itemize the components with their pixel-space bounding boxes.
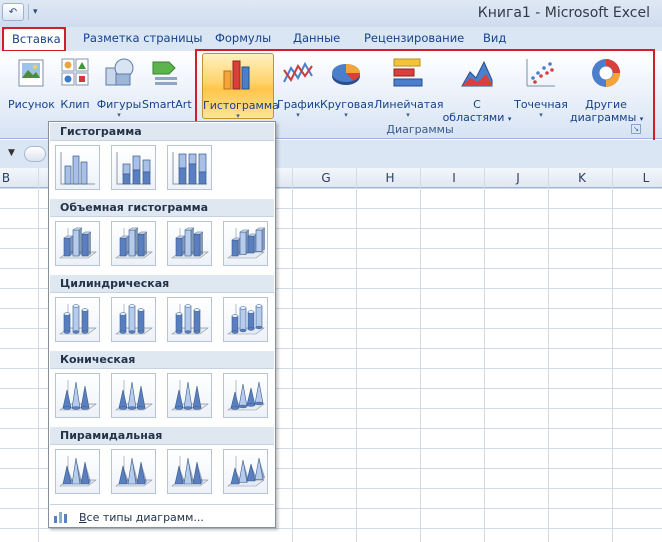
- clipart-icon: [61, 58, 89, 86]
- stacked-pyramid-icon[interactable]: [111, 449, 156, 494]
- grid-column-line: [356, 168, 357, 542]
- stacked-cone-icon[interactable]: [111, 373, 156, 418]
- tab-view[interactable]: Вид: [483, 31, 506, 45]
- picture-icon: [18, 59, 44, 87]
- 3d-cylinder-icon[interactable]: [223, 297, 268, 342]
- all-chart-types-button[interactable]: Все типы диаграмм...: [53, 508, 204, 526]
- tab-page-layout[interactable]: Разметка страницы: [83, 31, 202, 45]
- grid-column-line: [548, 168, 549, 542]
- 3d-clustered-column-icon[interactable]: [55, 221, 100, 266]
- grid-column-line: [420, 168, 421, 542]
- undo-button[interactable]: ↶: [2, 3, 24, 21]
- 3d-stacked-column-icon[interactable]: [111, 221, 156, 266]
- column-header-h[interactable]: H: [380, 171, 400, 185]
- all-chart-types-icon: [54, 512, 67, 523]
- column-header-i[interactable]: I: [444, 171, 464, 185]
- clustered-column-icon[interactable]: [55, 145, 100, 190]
- tab-formulas[interactable]: Формулы: [215, 31, 271, 45]
- gallery-section-title: Коническая: [50, 351, 274, 369]
- tab-review[interactable]: Рецензирование: [364, 31, 464, 45]
- stacked-column-icon[interactable]: [111, 145, 156, 190]
- 3d-cone-icon[interactable]: [223, 373, 268, 418]
- picture-label: Рисунок: [8, 98, 55, 111]
- column-header-b[interactable]: B: [0, 171, 16, 185]
- 100-stacked-pyramid-icon[interactable]: [167, 449, 212, 494]
- all-chart-types-label: Все типы диаграмм...: [79, 511, 204, 524]
- gallery-footer-divider: [50, 504, 274, 505]
- shapes-label: Фигуры: [96, 98, 142, 111]
- 100-stacked-column-icon[interactable]: [167, 145, 212, 190]
- 100-stacked-cylinder-icon[interactable]: [167, 297, 212, 342]
- shapes-icon: [105, 58, 134, 86]
- title-bar: ↶ ▾ Книга1 - Microsoft Excel: [0, 0, 662, 27]
- shapes-button[interactable]: Фигуры ▾: [96, 53, 142, 119]
- quick-access-toolbar: ↶ ▾: [2, 3, 38, 21]
- qat-customize-button[interactable]: ▾: [33, 7, 38, 17]
- column-header-j[interactable]: J: [508, 171, 528, 185]
- window-title: Книга1 - Microsoft Excel: [477, 5, 650, 21]
- picture-button[interactable]: Рисунок: [8, 53, 55, 119]
- gallery-section-title: Пирамидальная: [50, 427, 274, 445]
- grid-column-line: [612, 168, 613, 542]
- undo-icon: ↶: [8, 6, 18, 18]
- ribbon-tabs: Вставка Разметка страницы Формулы Данные…: [0, 27, 662, 51]
- 3d-100-stacked-column-icon[interactable]: [167, 221, 212, 266]
- gallery-section-title: Гистограмма: [50, 123, 274, 141]
- all-chart-types-label-rest: се типы диаграмм...: [86, 510, 204, 524]
- 3d-pyramid-icon[interactable]: [223, 449, 268, 494]
- clustered-pyramid-icon[interactable]: [55, 449, 100, 494]
- namebox-dropdown-icon[interactable]: ▼: [8, 148, 15, 158]
- insert-tab-highlight: [2, 27, 66, 52]
- grid-row-line: [0, 528, 662, 529]
- column-header-g[interactable]: G: [316, 171, 336, 185]
- stacked-cylinder-icon[interactable]: [111, 297, 156, 342]
- column-header-k[interactable]: K: [572, 171, 592, 185]
- grid-column-line: [38, 168, 39, 542]
- clustered-cylinder-icon[interactable]: [55, 297, 100, 342]
- shapes-dropdown-icon: ▾: [117, 111, 121, 119]
- smartart-label: SmartArt: [142, 98, 192, 111]
- 100-stacked-cone-icon[interactable]: [167, 373, 212, 418]
- clipart-label: Клип: [60, 98, 90, 111]
- 3d-column-icon[interactable]: [223, 221, 268, 266]
- grid-column-line: [484, 168, 485, 542]
- gallery-section-title: Объемная гистограмма: [50, 199, 274, 217]
- all-chart-types-accelerator: В: [79, 510, 87, 524]
- smartart-icon: [152, 61, 177, 85]
- gallery-section-title: Цилиндрическая: [50, 275, 274, 293]
- clustered-cone-icon[interactable]: [55, 373, 100, 418]
- formula-expand-button[interactable]: [24, 146, 46, 162]
- smartart-button[interactable]: SmartArt: [142, 53, 192, 119]
- tab-data[interactable]: Данные: [293, 31, 340, 45]
- grid-column-line: [292, 168, 293, 542]
- clipart-button[interactable]: Клип: [58, 53, 92, 119]
- qat-separator: [28, 4, 29, 20]
- column-header-l[interactable]: L: [636, 171, 656, 185]
- column-chart-gallery: Гистограмма Объемная гистограмма Цилиндрич…: [48, 121, 276, 528]
